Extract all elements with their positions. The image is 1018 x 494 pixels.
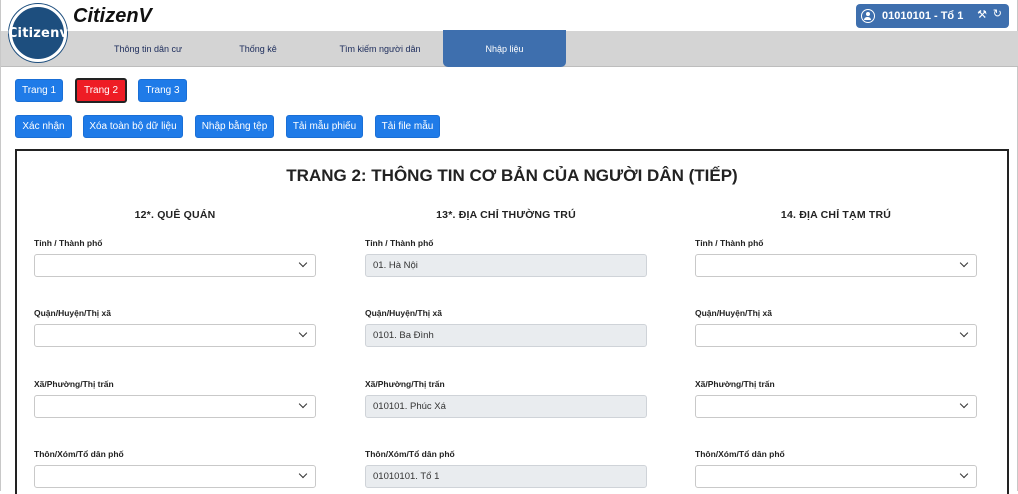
permanent-province-field: 01. Hà Nội bbox=[365, 254, 647, 277]
temporary-province-select[interactable] bbox=[695, 254, 977, 277]
temporary-address-title: 14. ĐỊA CHỈ TẠM TRÚ bbox=[780, 209, 892, 221]
nav-item-nhap-lieu[interactable]: Nhập liệu bbox=[443, 30, 566, 67]
permanent-hamlet-field: 01010101. Tổ 1 bbox=[365, 465, 647, 488]
hometown-hamlet-select[interactable] bbox=[34, 465, 316, 488]
nav-item-thong-ke[interactable]: Thống kê bbox=[225, 31, 291, 67]
chevron-down-icon bbox=[960, 400, 968, 408]
temporary-hamlet-label: Thôn/Xóm/Tổ dân phố bbox=[695, 449, 785, 459]
user-account-box[interactable]: 01010101 - Tổ 1 ⚒ ↻ bbox=[856, 4, 1009, 28]
download-form-button[interactable]: Tải mẫu phiếu bbox=[286, 115, 363, 138]
permanent-district-field: 0101. Ba Đình bbox=[365, 324, 647, 347]
chevron-down-icon bbox=[299, 259, 307, 267]
user-circle-icon bbox=[861, 9, 875, 23]
hometown-ward-select[interactable] bbox=[34, 395, 316, 418]
import-file-button[interactable]: Nhập bằng tệp bbox=[195, 115, 274, 138]
app-title: CitizenV bbox=[73, 5, 152, 27]
app-frame: Citizenv CitizenV 01010101 - Tổ 1 ⚒ ↻ Th… bbox=[0, 0, 1018, 494]
chevron-down-icon bbox=[299, 329, 307, 337]
temporary-province-label: Tỉnh / Thành phố bbox=[695, 238, 764, 248]
temporary-hamlet-select[interactable] bbox=[695, 465, 977, 488]
chevron-down-icon bbox=[960, 259, 968, 267]
hometown-district-label: Quận/Huyện/Thị xã bbox=[34, 308, 111, 318]
temporary-district-select[interactable] bbox=[695, 324, 977, 347]
hometown-ward-label: Xã/Phường/Thị trấn bbox=[34, 379, 114, 389]
form-card: TRANG 2: THÔNG TIN CƠ BẢN CỦA NGƯỜI DÂN … bbox=[15, 149, 1009, 494]
permanent-address-title: 13*. ĐỊA CHỈ THƯỜNG TRÚ bbox=[436, 209, 576, 221]
hometown-province-label: Tỉnh / Thành phố bbox=[34, 238, 103, 248]
hometown-province-select[interactable] bbox=[34, 254, 316, 277]
user-label: 01010101 - Tổ 1 bbox=[882, 10, 964, 22]
permanent-hamlet-label: Thôn/Xóm/Tổ dân phố bbox=[365, 449, 455, 459]
temporary-ward-select[interactable] bbox=[695, 395, 977, 418]
logout-icon[interactable]: ↻ bbox=[993, 7, 1002, 20]
page-1-button[interactable]: Trang 1 bbox=[15, 79, 63, 102]
permanent-ward-field: 010101. Phúc Xá bbox=[365, 395, 647, 418]
clear-all-button[interactable]: Xóa toàn bộ dữ liệu bbox=[83, 115, 183, 138]
page-heading: TRANG 2: THÔNG TIN CƠ BẢN CỦA NGƯỜI DÂN … bbox=[286, 166, 738, 185]
chevron-down-icon bbox=[299, 470, 307, 478]
chevron-down-icon bbox=[299, 400, 307, 408]
tools-icon[interactable]: ⚒ bbox=[977, 8, 987, 21]
hometown-district-select[interactable] bbox=[34, 324, 316, 347]
permanent-province-label: Tỉnh / Thành phố bbox=[365, 238, 434, 248]
download-template-button[interactable]: Tải file mẫu bbox=[375, 115, 440, 138]
confirm-button[interactable]: Xác nhận bbox=[15, 115, 72, 138]
chevron-down-icon bbox=[960, 329, 968, 337]
chevron-down-icon bbox=[960, 470, 968, 478]
permanent-ward-label: Xã/Phường/Thị trấn bbox=[365, 379, 445, 389]
temporary-district-label: Quận/Huyện/Thị xã bbox=[695, 308, 772, 318]
main-navbar: Thông tin dân cư Thống kê Tìm kiếm người… bbox=[1, 30, 1018, 67]
nav-item-tim-kiem[interactable]: Tìm kiếm người dân bbox=[317, 31, 443, 67]
page-3-button[interactable]: Trang 3 bbox=[138, 79, 187, 102]
temporary-ward-label: Xã/Phường/Thị trấn bbox=[695, 379, 775, 389]
citizenv-logo[interactable]: Citizenv bbox=[7, 4, 69, 62]
logo-text: Citizenv bbox=[7, 25, 69, 41]
hometown-title: 12*. QUÊ QUÁN bbox=[134, 209, 216, 221]
permanent-district-label: Quận/Huyện/Thị xã bbox=[365, 308, 442, 318]
page-2-button[interactable]: Trang 2 bbox=[75, 78, 127, 103]
nav-item-thong-tin-dan-cu[interactable]: Thông tin dân cư bbox=[71, 31, 225, 67]
hometown-hamlet-label: Thôn/Xóm/Tổ dân phố bbox=[34, 449, 124, 459]
